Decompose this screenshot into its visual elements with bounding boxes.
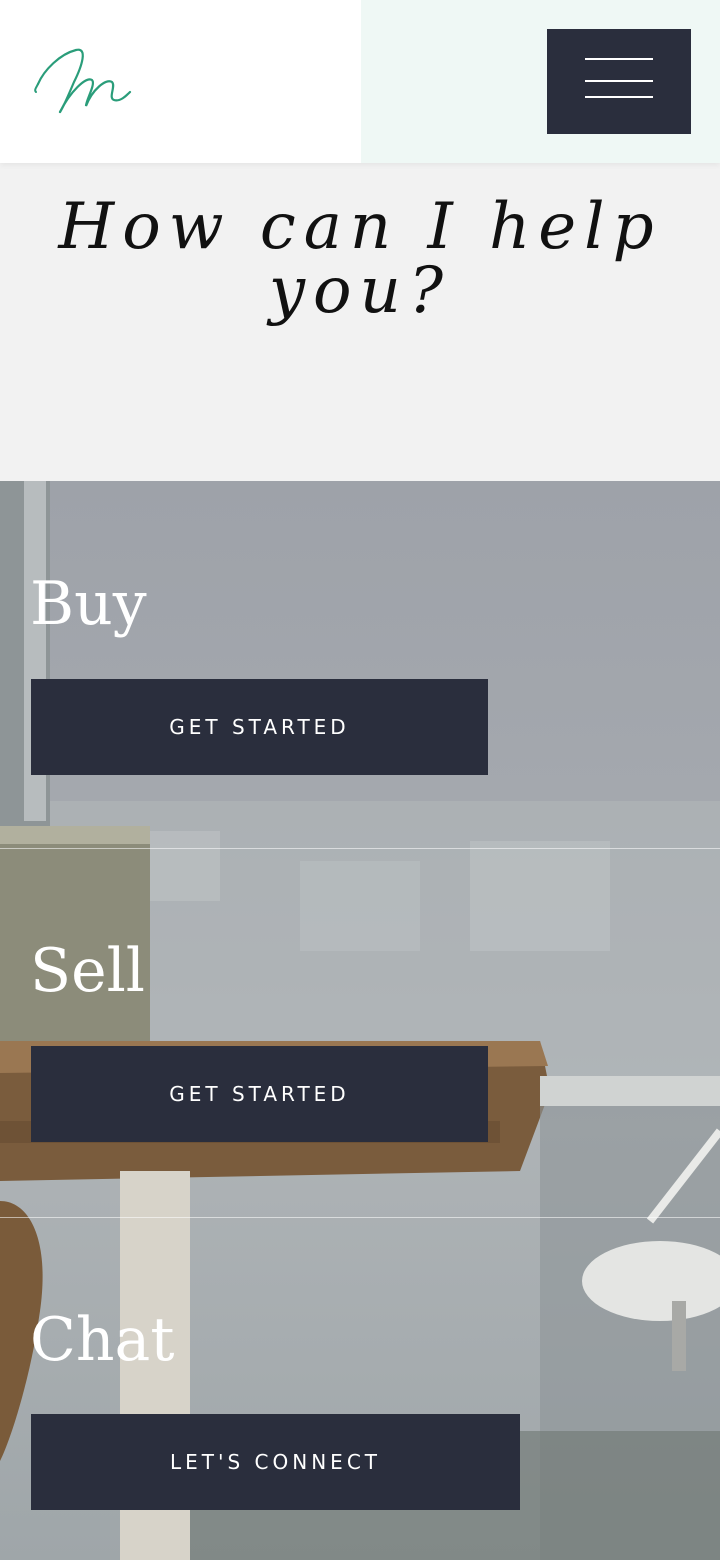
section-title-buy: Buy <box>30 569 147 639</box>
section-divider <box>0 1217 720 1218</box>
section-divider <box>0 848 720 849</box>
sell-get-started-button[interactable]: GET STARTED <box>31 1046 488 1142</box>
menu-bar <box>585 58 653 60</box>
background-photo <box>0 481 720 1560</box>
section-title-sell: Sell <box>30 936 145 1006</box>
services-section: Buy GET STARTED Sell GET STARTED Chat LE… <box>0 481 720 1560</box>
chat-lets-connect-button[interactable]: LET'S CONNECT <box>31 1414 520 1510</box>
site-header <box>0 0 720 163</box>
hero-section: How can I help you? <box>0 163 720 481</box>
page-title: How can I help you? <box>58 190 662 328</box>
hamburger-menu-button[interactable] <box>547 29 691 134</box>
buy-get-started-button[interactable]: GET STARTED <box>31 679 488 775</box>
section-title-chat: Chat <box>30 1305 175 1375</box>
script-m-logo-icon[interactable] <box>30 40 140 120</box>
menu-bar <box>585 80 653 82</box>
menu-bar <box>585 96 653 98</box>
